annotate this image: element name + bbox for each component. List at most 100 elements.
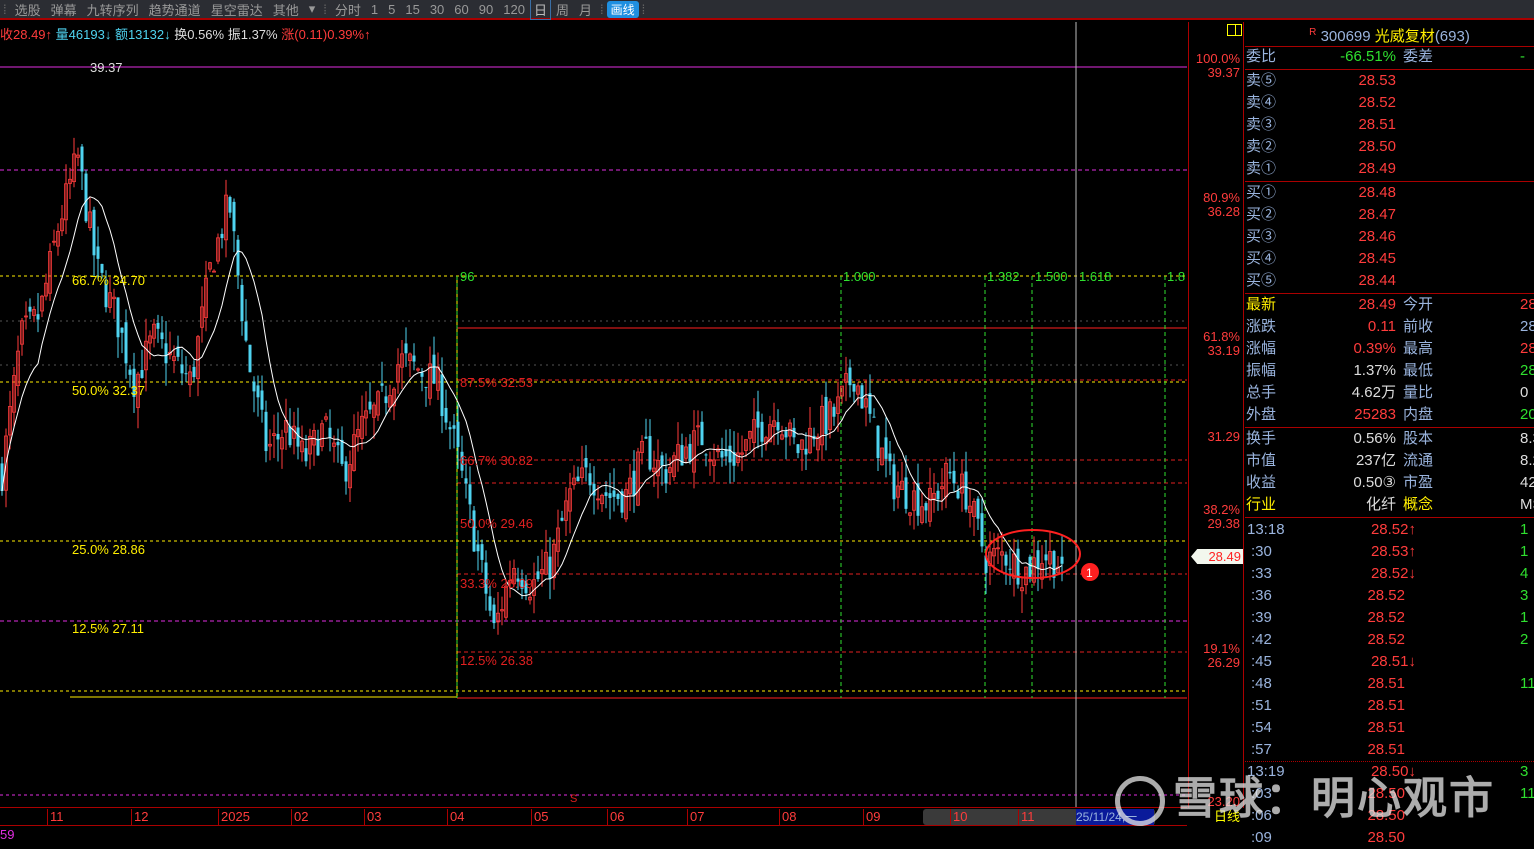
candle-down — [340, 439, 344, 464]
marker-number: 1 — [1086, 566, 1093, 580]
candle-down — [616, 493, 620, 499]
candle-down — [892, 464, 896, 500]
candle-down — [644, 436, 648, 439]
candle-down — [140, 369, 144, 378]
candle-down — [84, 173, 88, 222]
period-tab[interactable]: 90 — [474, 2, 498, 17]
candle-down — [584, 458, 588, 468]
chevron-down-icon[interactable]: ▾ — [304, 1, 321, 17]
period-tab[interactable]: 1 — [366, 2, 383, 17]
axis-label: 80.9% 36.28 — [1203, 190, 1240, 219]
candle-down — [936, 490, 940, 500]
axis-label: 31.29 — [1207, 429, 1240, 444]
candle-down — [180, 364, 184, 374]
period-tab[interactable]: 日 — [529, 0, 551, 20]
candle-down — [1036, 550, 1040, 569]
candle-down — [924, 503, 928, 511]
candle-down — [488, 596, 492, 611]
info-amplitude: 振1.37% — [227, 27, 278, 42]
candle-down — [248, 344, 252, 373]
candle-down — [480, 544, 484, 560]
candle-down — [688, 443, 692, 462]
fib-left-label: 50.0% 32.37 — [72, 383, 145, 398]
candle-down — [1008, 568, 1012, 570]
candle-down — [380, 383, 384, 386]
candle-down — [608, 493, 612, 498]
kline-chart[interactable]: 1 39.37 66.7% 34.70 50.0% 32.37 25.0% 28.86 1… — [0, 22, 1187, 808]
period-tab[interactable]: 周 — [551, 0, 574, 19]
fib-time-label: 1.500 — [1035, 269, 1068, 284]
layout-toggle-icon[interactable] — [1227, 24, 1242, 36]
candle-down — [804, 448, 808, 455]
candle-down — [236, 239, 240, 276]
period-tab[interactable]: 5 — [383, 2, 400, 17]
period-tab[interactable]: 60 — [449, 2, 473, 17]
fib-right-label: 12.5% 26.38 — [460, 653, 533, 668]
info-amount: 额13132↓ — [114, 27, 171, 42]
candle-down — [1004, 554, 1008, 566]
tick-row: :45 28.51↓ — [1251, 653, 1416, 670]
info-close: 收28.49↑ — [0, 27, 53, 42]
candle-down — [256, 385, 260, 398]
candle-down — [720, 451, 724, 458]
bid-row: 买③ 28.46 — [1246, 228, 1396, 245]
period-tab[interactable]: 15 — [400, 2, 424, 17]
date-tick: 05 — [531, 809, 548, 826]
candle-down — [468, 484, 472, 505]
candle-down — [604, 492, 608, 496]
period-tab[interactable]: 120 — [498, 2, 530, 17]
candle-down — [948, 471, 952, 474]
toolbar-item[interactable]: 趋势通道 — [144, 0, 206, 19]
info-volume: 量46193↓ — [55, 27, 112, 42]
tick-row: :51 28.51 — [1251, 697, 1405, 714]
candle-down — [164, 343, 168, 364]
date-tick: 09 — [863, 809, 880, 826]
candle-down — [1060, 556, 1064, 564]
toolbar-item[interactable]: 选股 — [10, 0, 46, 19]
axis-label: 100.0% 39.37 — [1195, 51, 1240, 80]
fib-right-label: 50.0% 29.46 — [460, 516, 533, 531]
tick-row: :48 28.51 11 — [1251, 675, 1534, 692]
candle-down — [156, 322, 160, 329]
draw-line-button[interactable]: 画线 — [606, 0, 639, 18]
candle-down — [100, 263, 104, 273]
candle-down — [832, 406, 836, 417]
stat-row: 换手0.56%股本8.3 — [1246, 430, 1534, 447]
stock-title: R 300699 光威复材(693) — [1309, 27, 1470, 45]
ask-row: 卖④ 28.52 — [1246, 94, 1396, 111]
toolbar-item[interactable]: 其他 — [268, 0, 304, 19]
period-tab[interactable]: 月 — [574, 0, 597, 19]
period-tab[interactable]: 30 — [425, 2, 449, 17]
toolbar-item[interactable]: 弹幕 — [46, 0, 82, 19]
candle-down — [452, 425, 456, 429]
fib-time-label: 1.618 — [1079, 269, 1112, 284]
candle-down — [536, 571, 540, 580]
candle-down — [252, 381, 256, 392]
fib-time-label: 1.382 — [987, 269, 1020, 284]
candle-down — [548, 556, 552, 579]
fib-left-label: 66.7% 34.70 — [72, 273, 145, 288]
candle-down — [116, 297, 120, 338]
date-tick: 04 — [447, 809, 464, 826]
highlight-ellipse — [985, 529, 1081, 579]
ask-row: 卖③ 28.51 — [1246, 116, 1396, 133]
candle-down — [444, 407, 448, 423]
candle-down — [592, 483, 596, 496]
candle-down — [1044, 554, 1048, 561]
candle-down — [368, 401, 372, 410]
candle-down — [36, 314, 40, 320]
candle-down — [704, 454, 708, 456]
toolbar-item[interactable]: 九转序列 — [82, 0, 144, 19]
period-tab[interactable]: 分时 — [330, 0, 366, 19]
candle-down — [80, 146, 84, 172]
toolbar-item[interactable]: 星空雷达 — [206, 0, 268, 19]
candle-down — [424, 386, 428, 388]
date-tick: 10 — [950, 809, 967, 826]
candle-down — [288, 426, 292, 446]
candle-down — [412, 355, 416, 362]
candle-down — [128, 369, 132, 375]
candle-down — [976, 498, 980, 519]
candle-down — [632, 470, 636, 496]
candle-down — [756, 411, 760, 428]
high-price-label: 39.37 — [90, 60, 123, 75]
